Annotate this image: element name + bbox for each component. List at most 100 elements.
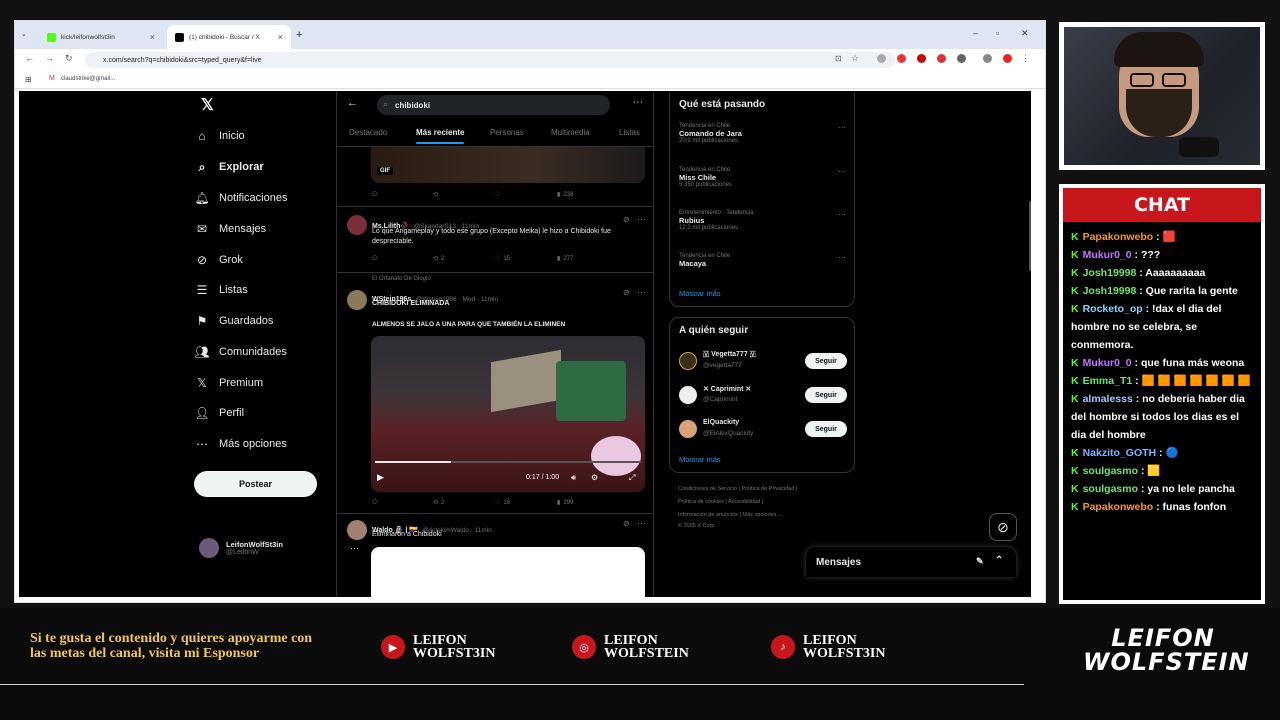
- more-icon[interactable]: ⋯: [838, 123, 846, 132]
- chat-username[interactable]: Mukur0_0: [1083, 249, 1132, 261]
- account-switcher[interactable]: LeifonWolfSt3in @LeifonW ⋯: [199, 538, 359, 558]
- trend-item[interactable]: Tendencia en Chile Miss Chile 5.350 publ…: [679, 167, 732, 188]
- like-icon[interactable]: ♡: [495, 191, 557, 198]
- views-count[interactable]: ▮ 299: [557, 499, 619, 507]
- reload-icon[interactable]: ↻: [65, 53, 73, 64]
- chat-username[interactable]: Papakonwebo: [1083, 501, 1154, 513]
- search-input[interactable]: ⌕ chibidoki: [377, 95, 610, 115]
- back-icon[interactable]: ←: [25, 53, 34, 63]
- tab-multimedia[interactable]: Multimedia: [551, 128, 590, 137]
- chat-username[interactable]: Josh19998: [1083, 267, 1137, 279]
- chat-username[interactable]: Josh19998: [1083, 285, 1137, 297]
- close-tab-icon[interactable]: ×: [278, 32, 283, 42]
- tab-kick[interactable]: kick/leifonwolfst3in ×: [39, 25, 163, 49]
- bookmark-gmail[interactable]: claudstrike@gmail...: [61, 76, 115, 82]
- follow-suggestion[interactable]: 🇻 Vegetta777 🇻 @vegetta777 Seguir: [679, 350, 849, 374]
- chat-username[interactable]: soulgasmo: [1083, 465, 1138, 477]
- tweet[interactable]: Waldo 🗿 | 🇨🇴 @ArlekimWaldo · 11min ⊘ ⋯ E…: [337, 514, 653, 597]
- reply-icon[interactable]: 💬︎: [371, 191, 433, 198]
- tab-mas-reciente[interactable]: Más reciente: [416, 128, 464, 137]
- chat-username[interactable]: Mukur0_0: [1083, 357, 1132, 369]
- tweet-image[interactable]: [371, 547, 645, 597]
- extension-icon[interactable]: [877, 54, 886, 63]
- tab-listas[interactable]: Listas: [619, 128, 640, 137]
- avatar[interactable]: [1003, 54, 1012, 63]
- close-window-icon[interactable]: ✕: [1021, 28, 1029, 39]
- retweet-icon[interactable]: ⟲ 2: [433, 255, 495, 263]
- apps-icon[interactable]: ⊞: [25, 75, 32, 84]
- nav-premium[interactable]: 𝕏 Premium: [195, 376, 263, 390]
- more-icon[interactable]: ⋯: [838, 167, 846, 176]
- opera-icon[interactable]: [917, 54, 926, 63]
- gif-media[interactable]: GIF: [371, 147, 645, 183]
- instagram-link[interactable]: ◎ LEIFON WOLFSTEIN: [572, 634, 734, 661]
- nav-listas[interactable]: ☰ Listas: [195, 283, 248, 297]
- restore-icon[interactable]: ▫: [996, 28, 999, 38]
- x-logo-icon[interactable]: 𝕏: [201, 95, 214, 115]
- fullscreen-icon[interactable]: ⤢: [629, 473, 635, 483]
- follow-suggestion[interactable]: ✕ Caprimint ✕ @Caprimint Seguir: [679, 384, 849, 408]
- video-player[interactable]: ▶ 0:17 / 1:00 🔊︎ ⚙ ⤢: [371, 336, 645, 492]
- nav-mensajes[interactable]: ✉ Mensajes: [195, 222, 266, 236]
- grok-icon[interactable]: ⊘: [623, 519, 630, 528]
- trend-item[interactable]: Tendencia en Chile Comando de Jara 20,9 …: [679, 123, 742, 144]
- chat-username[interactable]: almalesss: [1083, 393, 1133, 405]
- grok-icon[interactable]: ⊘: [623, 288, 630, 297]
- chat-username[interactable]: Nakzito_GOTH: [1083, 447, 1157, 459]
- tab-list-icon[interactable]: ⌄: [21, 30, 27, 38]
- nav-perfil[interactable]: 👤︎ Perfil: [194, 406, 244, 420]
- more-icon[interactable]: ⋯: [838, 210, 846, 219]
- address-bar[interactable]: x.com/search?q=chibidoki&src=typed_query…: [85, 52, 895, 68]
- minimize-icon[interactable]: –: [973, 28, 978, 38]
- tweet[interactable]: Ms.Lilith🥀 @SkandarS13 · 11min ⊘ ⋯ Lo qu…: [337, 207, 653, 272]
- tab-personas[interactable]: Personas: [490, 128, 524, 137]
- show-more-follow[interactable]: Mostrar más: [679, 455, 721, 464]
- grok-icon[interactable]: ⊘: [623, 215, 630, 224]
- footer-links[interactable]: Condiciones de Servicio | Política de Pr…: [678, 483, 858, 531]
- more-icon[interactable]: ⋯: [637, 518, 646, 529]
- forward-icon[interactable]: →: [45, 53, 54, 63]
- footer-line[interactable]: Política de cookies | Accesibilidad |: [678, 496, 858, 509]
- chat-username[interactable]: Papakonwebo: [1083, 231, 1154, 243]
- extension-icon[interactable]: [897, 54, 906, 63]
- messages-drawer[interactable]: Mensajes ✎ ⌃: [806, 547, 1016, 577]
- reply-icon[interactable]: 💬︎: [371, 255, 433, 262]
- follow-button[interactable]: Seguir: [805, 353, 847, 369]
- close-tab-icon[interactable]: ×: [150, 32, 155, 42]
- nav-grok[interactable]: ⊘ Grok: [195, 253, 243, 267]
- chat-username[interactable]: Rocketo_op: [1083, 303, 1143, 315]
- like-icon[interactable]: ♡ 15: [495, 255, 557, 263]
- menu-icon[interactable]: [983, 54, 992, 63]
- extension-icon[interactable]: [957, 54, 966, 63]
- scrollbar[interactable]: [1029, 201, 1031, 271]
- retweet-icon[interactable]: ⟲ 2: [433, 499, 495, 507]
- show-more-trends[interactable]: Mostrar más: [679, 289, 721, 298]
- compose-message-icon[interactable]: ✎: [976, 556, 984, 567]
- volume-icon[interactable]: 🔊︎: [571, 473, 576, 483]
- star-icon[interactable]: ☆: [851, 53, 859, 64]
- chat-username[interactable]: Emma_T1: [1083, 375, 1133, 387]
- chat-username[interactable]: soulgasmo: [1083, 483, 1138, 495]
- footer-line[interactable]: Información de anuncios | Más opciones .…: [678, 509, 858, 522]
- new-tab-icon[interactable]: +: [296, 29, 302, 41]
- like-icon[interactable]: ♡ 16: [495, 499, 557, 507]
- more-icon[interactable]: ⋯: [637, 214, 646, 225]
- views-count[interactable]: ▮ 238: [557, 191, 619, 199]
- follow-button[interactable]: Seguir: [805, 387, 847, 403]
- trend-item[interactable]: Tendencia en Chile Macaya: [679, 253, 730, 268]
- kebab-menu-icon[interactable]: ⋮: [1021, 53, 1030, 64]
- tab-destacado[interactable]: Destacado: [349, 128, 387, 137]
- tweet[interactable]: El Orfanato De Glogio WStein196s @Wstein…: [337, 273, 653, 513]
- nav-comunidades[interactable]: 👥︎ Comunidades: [194, 345, 286, 359]
- nav-explorar[interactable]: ⌕ Explorar: [195, 160, 264, 174]
- follow-suggestion[interactable]: ElQuackity @ElAlexQuackity Seguir: [679, 418, 849, 442]
- gmail-icon[interactable]: [937, 54, 946, 63]
- tab-x-search[interactable]: (1) chibidoki - Buscar / X ×: [167, 25, 291, 49]
- more-icon[interactable]: ⋯: [838, 253, 846, 262]
- settings-icon[interactable]: ⚙: [591, 473, 598, 482]
- more-icon[interactable]: ⋯: [637, 287, 646, 298]
- retweet-icon[interactable]: ⟲: [433, 191, 495, 198]
- nav-notificaciones[interactable]: 🔔︎ Notificaciones: [194, 191, 287, 205]
- nav-inicio[interactable]: ⌂ Inicio: [195, 129, 244, 143]
- footer-line[interactable]: Condiciones de Servicio | Política de Pr…: [678, 483, 858, 496]
